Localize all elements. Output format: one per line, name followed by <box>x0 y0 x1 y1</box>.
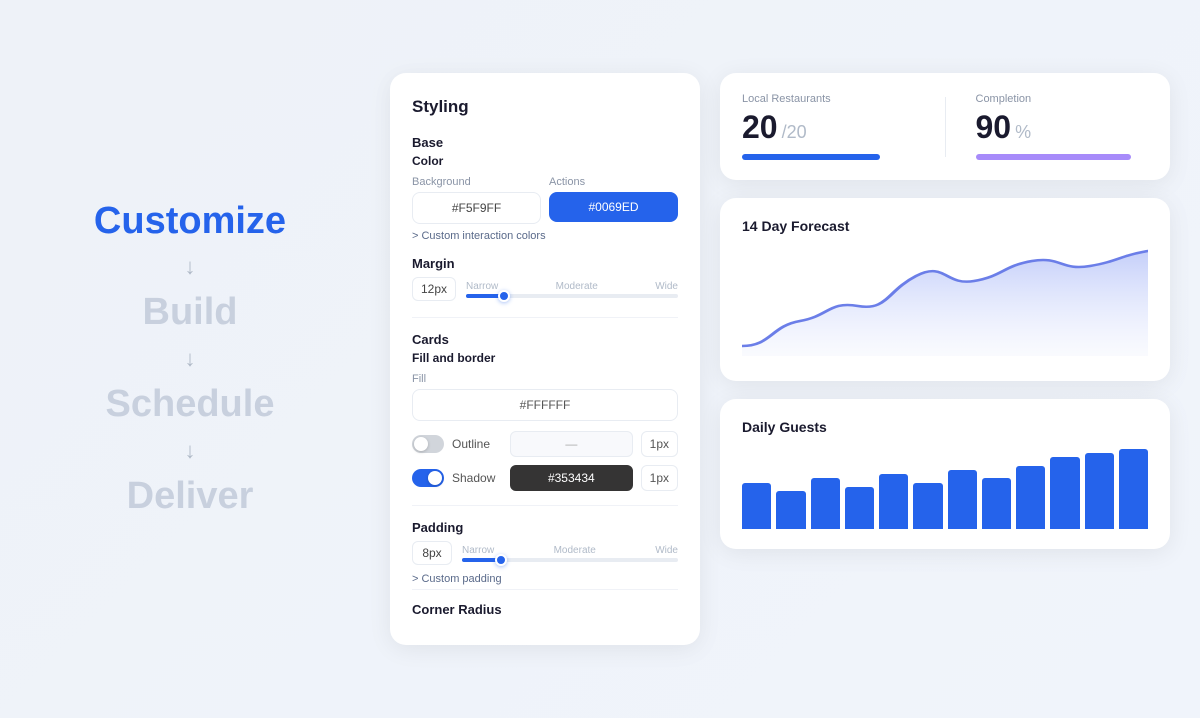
narrow-label: Narrow <box>466 281 498 292</box>
moderate-label: Moderate <box>556 281 598 292</box>
local-value: 20 <box>742 109 778 146</box>
outline-label: Outline <box>452 437 502 451</box>
step-build: Build <box>143 290 238 336</box>
cards-panel: Local Restaurants 20 /20 Completion 90 %… <box>720 73 1170 549</box>
step-deliver: Deliver <box>127 474 254 520</box>
fill-border-heading: Fill and border <box>412 351 678 365</box>
margin-slider-track[interactable] <box>466 294 678 298</box>
completion-block: Completion 90 % <box>976 93 1149 160</box>
margin-heading: Margin <box>412 256 678 271</box>
outline-toggle[interactable] <box>412 435 444 453</box>
bar-item <box>811 478 840 529</box>
bar-item <box>1119 449 1148 529</box>
background-label: Background <box>412 176 541 188</box>
right-section: Styling Base Color Background #F5F9FF Ac… <box>380 33 1200 685</box>
forecast-chart <box>742 246 1148 356</box>
shadow-label: Shadow <box>452 471 502 485</box>
custom-padding-link[interactable]: > Custom padding <box>412 573 678 585</box>
padding-value: 8px <box>412 541 452 565</box>
padding-moderate: Moderate <box>554 545 596 556</box>
padding-section: Padding 8px Narrow Moderate Wide <box>412 505 678 585</box>
outline-value: — <box>510 431 633 457</box>
outline-row: Outline — 1px <box>412 431 678 457</box>
step-schedule: Schedule <box>106 382 275 428</box>
completion-label: Completion <box>976 93 1149 105</box>
local-restaurants-label: Local Restaurants <box>742 93 915 105</box>
bar-item <box>913 483 942 529</box>
styling-panel: Styling Base Color Background #F5F9FF Ac… <box>390 73 700 645</box>
stats-card: Local Restaurants 20 /20 Completion 90 % <box>720 73 1170 180</box>
guests-title: Daily Guests <box>742 419 1148 435</box>
completion-bar <box>976 154 1131 160</box>
actions-swatch[interactable]: #0069ED <box>549 192 678 222</box>
local-suffix: /20 <box>782 122 807 143</box>
guests-card: Daily Guests <box>720 399 1170 549</box>
completion-value: 90 <box>976 109 1012 146</box>
bar-item <box>879 474 908 529</box>
bar-item <box>982 478 1011 529</box>
bar-item <box>948 470 977 529</box>
bar-item <box>1085 453 1114 529</box>
outline-px: 1px <box>641 431 678 457</box>
stats-divider <box>945 97 946 157</box>
bar-chart <box>742 449 1148 529</box>
completion-suffix: % <box>1015 122 1031 143</box>
left-section: Customize ↓ Build ↓ Schedule ↓ Deliver <box>0 159 380 559</box>
corner-radius-section: Corner Radius <box>412 589 678 617</box>
shadow-row: Shadow #353434 1px <box>412 465 678 491</box>
base-heading: Base <box>412 135 678 150</box>
margin-value: 12px <box>412 277 456 301</box>
margin-section: Margin 12px Narrow Moderate Wide <box>412 256 678 301</box>
padding-heading: Padding <box>412 520 678 535</box>
forecast-title: 14 Day Forecast <box>742 218 1148 234</box>
bar-item <box>1016 466 1045 529</box>
padding-narrow: Narrow <box>462 545 494 556</box>
arrow-2: ↓ <box>185 346 196 372</box>
bar-item <box>845 487 874 529</box>
forecast-card: 14 Day Forecast <box>720 198 1170 381</box>
bar-item <box>776 491 805 529</box>
local-restaurants-block: Local Restaurants 20 /20 <box>742 93 915 160</box>
cards-heading: Cards <box>412 332 678 347</box>
panel-title: Styling <box>412 97 678 117</box>
arrow-1: ↓ <box>185 254 196 280</box>
arrow-3: ↓ <box>185 438 196 464</box>
padding-slider-track[interactable] <box>462 558 678 562</box>
fill-input[interactable]: #FFFFFF <box>412 389 678 421</box>
step-customize: Customize <box>94 199 286 245</box>
bar-item <box>742 483 771 529</box>
shadow-value: #353434 <box>510 465 633 491</box>
padding-wide: Wide <box>655 545 678 556</box>
wide-label: Wide <box>655 281 678 292</box>
color-heading: Color <box>412 154 678 168</box>
actions-label: Actions <box>549 176 678 188</box>
fill-label: Fill <box>412 373 678 385</box>
shadow-toggle[interactable] <box>412 469 444 487</box>
local-bar <box>742 154 880 160</box>
shadow-px: 1px <box>641 465 678 491</box>
cards-section: Cards Fill and border Fill #FFFFFF Outli… <box>412 317 678 617</box>
background-swatch[interactable]: #F5F9FF <box>412 192 541 224</box>
bar-item <box>1050 457 1079 529</box>
corner-radius-heading: Corner Radius <box>412 602 678 617</box>
custom-interaction-link[interactable]: > Custom interaction colors <box>412 230 678 242</box>
